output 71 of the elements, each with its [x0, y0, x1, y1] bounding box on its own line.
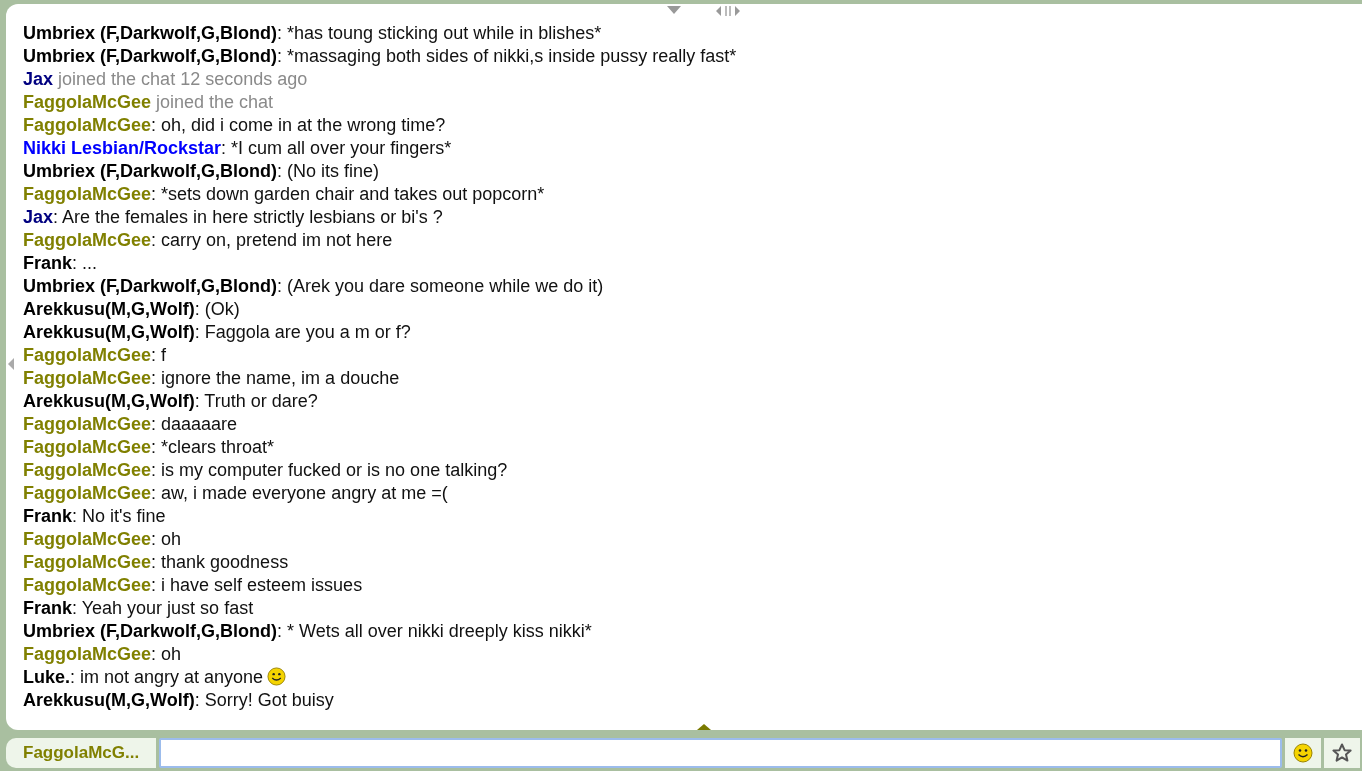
- favorite-button[interactable]: [1324, 738, 1361, 768]
- message-text: : i have self esteem issues: [151, 575, 363, 595]
- username[interactable]: Umbriex (F,Darkwolf,G,Blond): [23, 276, 278, 296]
- message-text: : thank goodness: [151, 552, 289, 572]
- resize-handle-icon[interactable]: [716, 5, 740, 17]
- username[interactable]: FaggolaMcGee: [23, 575, 152, 595]
- message-text: : ...: [72, 253, 98, 273]
- username[interactable]: Jax: [23, 207, 54, 227]
- username[interactable]: FaggolaMcGee: [23, 414, 152, 434]
- smiley-icon: [267, 667, 287, 686]
- smiley-icon: [1293, 743, 1314, 763]
- username[interactable]: Luke.: [23, 667, 70, 687]
- username[interactable]: Umbriex (F,Darkwolf,G,Blond): [23, 161, 278, 181]
- message-text: : *has toung sticking out while in blishes*: [277, 23, 602, 43]
- message-text: : * Wets all over nikki dreeply kiss nikki*: [277, 621, 592, 641]
- collapse-arrow-icon[interactable]: [667, 6, 681, 14]
- username[interactable]: Arekkusu(M,G,Wolf): [23, 299, 195, 319]
- username[interactable]: FaggolaMcGee: [23, 368, 152, 388]
- username[interactable]: FaggolaMcGee: [23, 345, 152, 365]
- message-text: : is my computer fucked or is no one talking?: [151, 460, 508, 480]
- join-text: joined the chat: [156, 92, 274, 112]
- message-text: : f: [151, 345, 167, 365]
- message-text: : (No its fine): [277, 161, 380, 181]
- username[interactable]: Umbriex (F,Darkwolf,G,Blond): [23, 46, 278, 66]
- message-text: : ignore the name, im a douche: [151, 368, 400, 388]
- message-text: : Faggola are you a m or f?: [194, 322, 411, 342]
- username[interactable]: Frank: [23, 506, 73, 526]
- username[interactable]: FaggolaMcGee: [23, 644, 152, 664]
- username[interactable]: FaggolaMcGee: [23, 115, 152, 135]
- message-text: : *I cum all over your fingers*: [221, 138, 452, 158]
- username[interactable]: Arekkusu(M,G,Wolf): [23, 690, 195, 710]
- username[interactable]: FaggolaMcGee: [23, 92, 152, 112]
- side-panel-arrow-icon[interactable]: [8, 358, 14, 370]
- message-text: : oh, did i come in at the wrong time?: [151, 115, 446, 135]
- username[interactable]: Nikki Lesbian/Rockstar: [23, 138, 222, 158]
- nickname-button[interactable]: FaggolaMcG...: [6, 738, 157, 768]
- username[interactable]: FaggolaMcGee: [23, 184, 152, 204]
- expand-arrow-icon[interactable]: [697, 724, 711, 730]
- message-text: : oh: [151, 529, 182, 549]
- message-text: : (Ok): [194, 299, 240, 319]
- username[interactable]: Arekkusu(M,G,Wolf): [23, 322, 195, 342]
- message-text: : Truth or dare?: [194, 391, 318, 411]
- message-text: : daaaaare: [151, 414, 238, 434]
- message-text: : Yeah your just so fast: [72, 598, 254, 618]
- message-text: : oh: [151, 644, 182, 664]
- message-input[interactable]: [159, 738, 1283, 768]
- message-text: : im not angry at anyone: [70, 667, 264, 687]
- username[interactable]: FaggolaMcGee: [23, 230, 152, 250]
- emoticon-button[interactable]: [1285, 738, 1322, 768]
- username[interactable]: FaggolaMcGee: [23, 552, 152, 572]
- username[interactable]: Frank: [23, 253, 73, 273]
- message-text: : (Arek you dare someone while we do it): [277, 276, 604, 296]
- username[interactable]: Arekkusu(M,G,Wolf): [23, 391, 195, 411]
- username[interactable]: FaggolaMcGee: [23, 483, 152, 503]
- star-icon: [1332, 743, 1353, 763]
- username[interactable]: FaggolaMcGee: [23, 460, 152, 480]
- username[interactable]: Umbriex (F,Darkwolf,G,Blond): [23, 621, 278, 641]
- username[interactable]: Umbriex (F,Darkwolf,G,Blond): [23, 23, 278, 43]
- message-text: : aw, i made everyone angry at me =(: [151, 483, 448, 503]
- username[interactable]: FaggolaMcGee: [23, 529, 152, 549]
- join-text: joined the chat 12 seconds ago: [58, 69, 308, 89]
- message-text: : Are the females in here strictly lesbians or bi's ?: [53, 207, 443, 227]
- message-text: : carry on, pretend im not here: [151, 230, 393, 250]
- message-text: : *sets down garden chair and takes out popcorn*: [151, 184, 545, 204]
- message-text: : *clears throat*: [151, 437, 275, 457]
- message-text: : *massaging both sides of nikki,s inside pussy really fast*: [277, 46, 737, 66]
- username[interactable]: FaggolaMcGee: [23, 437, 152, 457]
- message-text: : Sorry! Got buisy: [194, 690, 334, 710]
- username[interactable]: Frank: [23, 598, 73, 618]
- username[interactable]: Jax: [23, 69, 54, 89]
- message-text: : No it's fine: [72, 506, 166, 526]
